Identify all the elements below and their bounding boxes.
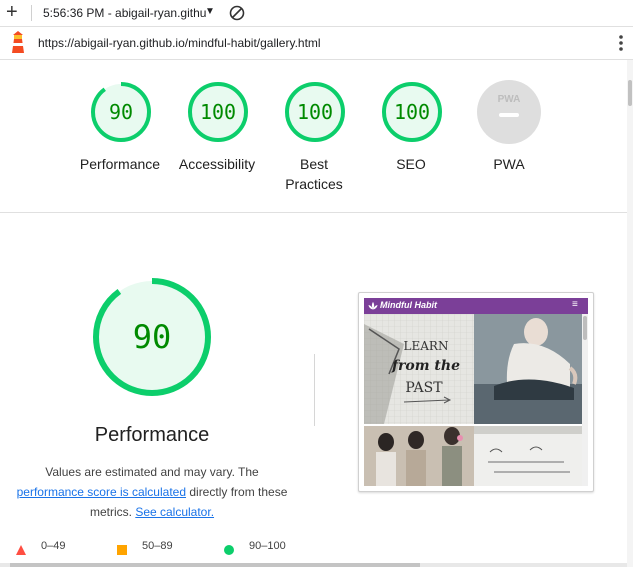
screenshot-content: Mindful Habit ≡ LEARN from the PAST bbox=[364, 298, 588, 486]
performance-title: Performance bbox=[94, 424, 210, 446]
site-brand: Mindful Habit bbox=[380, 300, 437, 310]
legend-fail-range: 0–49 bbox=[41, 540, 66, 552]
gauge-performance[interactable]: 90 bbox=[89, 80, 153, 144]
pwa-badge-text: PWA bbox=[498, 94, 521, 105]
pass-circle-icon bbox=[224, 542, 234, 560]
lighthouse-logo-icon bbox=[8, 31, 28, 60]
gauge-pwa[interactable]: PWA bbox=[477, 80, 541, 144]
gauge-label-line: Best bbox=[299, 156, 328, 172]
performance-score: 90 bbox=[132, 318, 172, 356]
devtools-toolbar: + 5:56:36 PM - abigail-ryan.githu ▼ bbox=[0, 0, 633, 27]
gallery-image-friends bbox=[364, 426, 474, 486]
see-calculator-link[interactable]: See calculator. bbox=[135, 505, 214, 519]
gauge-label-line: Practices bbox=[285, 176, 343, 192]
tile-text: from the bbox=[391, 358, 460, 374]
tile-text: PAST bbox=[405, 380, 443, 396]
gauge-score: 90 bbox=[108, 100, 134, 124]
more-options-icon[interactable] bbox=[618, 34, 624, 57]
vertical-divider bbox=[314, 354, 315, 426]
gauge-seo[interactable]: 100 bbox=[380, 80, 444, 144]
hamburger-icon: ≡ bbox=[572, 299, 578, 310]
toolbar-separator bbox=[31, 5, 32, 21]
gauge-label-pwa: PWA bbox=[493, 156, 525, 172]
block-icon[interactable] bbox=[228, 4, 246, 27]
final-screenshot[interactable]: Mindful Habit ≡ LEARN from the PAST bbox=[358, 292, 594, 492]
gauge-score: 100 bbox=[199, 100, 237, 124]
score-calculated-link[interactable]: performance score is calculated bbox=[17, 485, 186, 499]
horizontal-scrollbar-thumb[interactable] bbox=[10, 563, 420, 567]
legend-average-range: 50–89 bbox=[142, 540, 173, 552]
desc-text: directly from these bbox=[186, 485, 288, 499]
gauge-label-performance: Performance bbox=[79, 156, 161, 172]
performance-gauge-large: 90 bbox=[91, 276, 213, 398]
site-navbar: Mindful Habit ≡ bbox=[364, 298, 588, 314]
lotus-icon bbox=[368, 302, 378, 310]
gauge-label-accessibility: Accessibility bbox=[178, 156, 256, 172]
gauge-label-seo: SEO bbox=[396, 156, 426, 172]
fail-triangle-icon bbox=[16, 542, 26, 560]
caret-down-icon[interactable]: ▼ bbox=[205, 6, 215, 17]
gauge-score: 100 bbox=[393, 100, 431, 124]
desc-text: metrics. bbox=[89, 505, 136, 519]
gallery-image-notebook: LEARN from the PAST bbox=[364, 314, 474, 424]
page-scrollbar-thumb[interactable] bbox=[628, 80, 632, 106]
desc-text: Values are estimated and may vary. The bbox=[45, 465, 259, 479]
gauge-accessibility[interactable]: 100 bbox=[186, 80, 250, 144]
gallery-image-yoga bbox=[474, 314, 582, 424]
performance-description: Values are estimated and may vary. The p… bbox=[10, 462, 294, 522]
screenshot-scrollbar-thumb bbox=[583, 316, 587, 340]
report-url-bar: https://abigail-ryan.github.io/mindful-h… bbox=[0, 27, 633, 60]
section-divider bbox=[0, 212, 627, 213]
gauge-label-best-practices: Best Practices bbox=[264, 154, 364, 194]
gauge-score: 100 bbox=[296, 100, 334, 124]
tile-text: LEARN bbox=[404, 339, 449, 353]
page-scrollbar[interactable] bbox=[627, 60, 633, 567]
gallery-image-quote bbox=[474, 426, 582, 486]
plus-icon[interactable]: + bbox=[6, 2, 18, 22]
average-square-icon bbox=[117, 542, 127, 560]
gauge-best-practices[interactable]: 100 bbox=[283, 80, 347, 144]
legend-pass-range: 90–100 bbox=[249, 540, 286, 552]
report-selector-label[interactable]: 5:56:36 PM - abigail-ryan.githu bbox=[43, 6, 206, 20]
report-url[interactable]: https://abigail-ryan.github.io/mindful-h… bbox=[38, 36, 321, 50]
